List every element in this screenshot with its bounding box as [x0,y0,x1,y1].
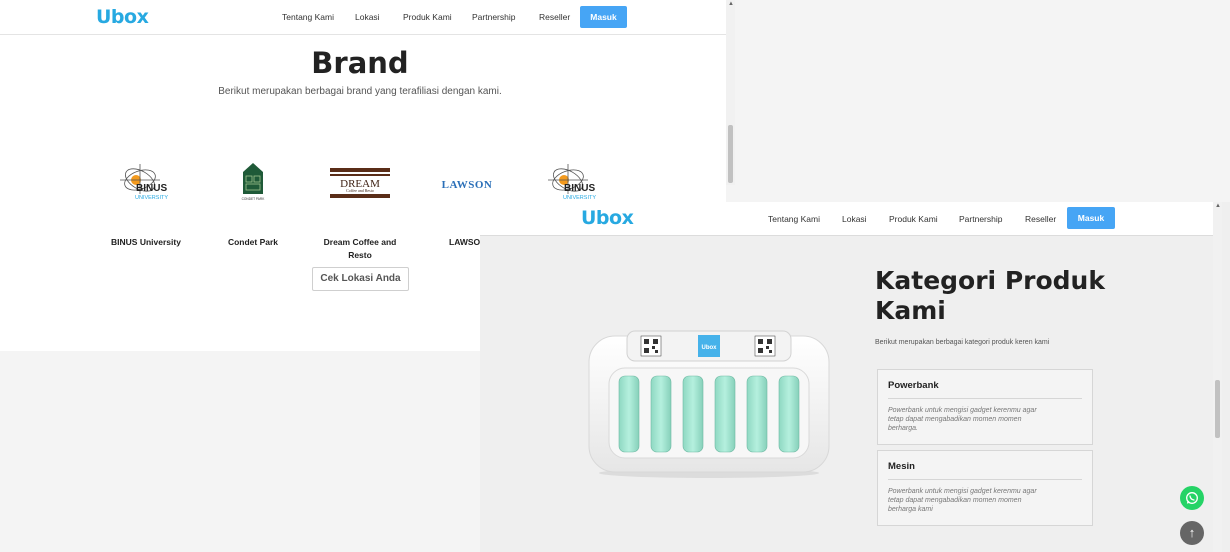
brand-name-condet: Condet Park [227,237,279,247]
nav-produk-kami[interactable]: Produk Kami [403,12,452,22]
ubox-logo[interactable]: Ubox [96,6,149,28]
binus-logo: BINUS UNIVERSITY [120,164,168,201]
svg-text:Coffee and Resto: Coffee and Resto [346,188,374,193]
card-divider [888,479,1082,480]
arrow-up-icon[interactable]: ↑ [1180,521,1204,545]
scroll-up-arrow-icon[interactable]: ▲ [1215,203,1221,209]
front-nav-lokasi[interactable]: Lokasi [842,214,867,224]
front-nav-partnership[interactable]: Partnership [959,214,1002,224]
brand-name-dream: Dream Coffee and Resto [323,237,397,260]
binus-logo-2: BINUS UNIVERSITY [548,164,596,201]
svg-text:LAWSON: LAWSON [442,179,493,191]
category-card-title: Powerbank [888,380,939,391]
login-button[interactable]: Masuk [580,6,627,28]
nav-reseller[interactable]: Reseller [539,12,570,22]
svg-text:BINUS: BINUS [564,183,595,194]
front-scrollbar[interactable]: ▲ [1213,202,1222,552]
card-divider [888,398,1082,399]
condet-park-logo: CONDET PARK [242,163,266,201]
check-location-button[interactable]: Cek Lokasi Anda [312,267,409,291]
svg-text:UNIVERSITY: UNIVERSITY [563,195,596,201]
lawson-logo: LAWSON [442,179,493,191]
category-card-mesin[interactable]: Mesin Powerbank untuk mengisi gadget ker… [877,450,1093,526]
category-card-desc: Powerbank untuk mengisi gadget kerenmu a… [888,488,1037,513]
nav-tentang-kami[interactable]: Tentang Kami [282,12,334,22]
category-section-subtitle: Berikut merupakan berbagai kategori prod… [875,339,1050,346]
back-scrollbar[interactable]: ▲ [726,0,735,185]
svg-text:Ubox: Ubox [702,345,718,351]
category-section-title: Kategori Produk Kami [875,266,1105,325]
brand-name-binus: BINUS University [111,237,181,247]
category-card-powerbank[interactable]: Powerbank Powerbank untuk mengisi gadget… [877,369,1093,445]
front-nav-tentang-kami[interactable]: Tentang Kami [768,214,820,224]
powerbank-station-image: Ubox [588,330,830,478]
back-scrollbar-thumb[interactable] [728,125,733,183]
front-login-button[interactable]: Masuk [1067,207,1115,229]
front-window: Ubox Tentang Kami Lokasi Produk Kami Par… [480,202,1230,552]
svg-text:BINUS: BINUS [136,183,167,194]
scroll-up-arrow-icon[interactable]: ▲ [728,1,734,7]
dream-coffee-logo: DREAM Coffee and Resto [330,168,390,198]
svg-text:CONDET PARK: CONDET PARK [242,197,266,201]
brand-section-title: Brand [311,46,409,80]
top-navbar: Ubox Tentang Kami Lokasi Produk Kami Par… [0,0,726,35]
front-nav-reseller[interactable]: Reseller [1025,214,1056,224]
nav-lokasi[interactable]: Lokasi [355,12,380,22]
front-navbar: Ubox Tentang Kami Lokasi Produk Kami Par… [480,202,1213,236]
nav-partnership[interactable]: Partnership [472,12,515,22]
ubox-logo-front[interactable]: Ubox [581,207,634,229]
category-card-title: Mesin [888,461,915,472]
whatsapp-icon[interactable] [1180,486,1204,510]
screen: Ubox Tentang Kami Lokasi Produk Kami Par… [0,0,1230,552]
front-nav-produk-kami[interactable]: Produk Kami [889,214,938,224]
svg-text:UNIVERSITY: UNIVERSITY [135,195,168,201]
front-scrollbar-thumb[interactable] [1215,380,1220,438]
brand-section-subtitle: Berikut merupakan berbagai brand yang te… [218,86,502,97]
category-card-desc: Powerbank untuk mengisi gadget kerenmu a… [888,407,1037,432]
